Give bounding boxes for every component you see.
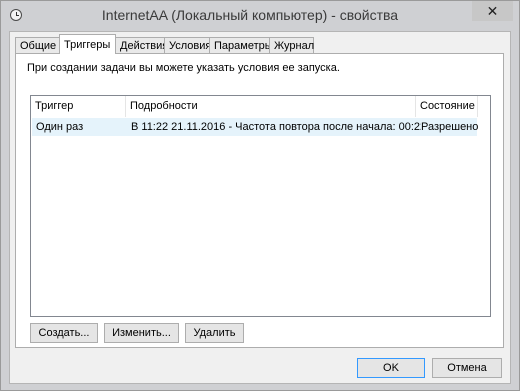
window-title: InternetAA (Локальный компьютер) - свойс… — [101, 7, 399, 23]
edit-button[interactable]: Изменить... — [104, 323, 179, 343]
triggers-panel: При создании задачи вы можете указать ус… — [15, 53, 504, 348]
ok-button[interactable]: OK — [357, 358, 425, 378]
cell-details: В 11:22 21.11.2016 - Частота повтора пос… — [131, 121, 421, 133]
tab-settings[interactable]: Параметры — [209, 37, 273, 53]
title-bar[interactable]: InternetAA (Локальный компьютер) - свойс… — [1, 1, 519, 30]
tab-general[interactable]: Общие — [15, 37, 60, 53]
create-button[interactable]: Создать... — [30, 323, 98, 343]
tab-history[interactable]: Журнал — [269, 37, 314, 53]
properties-window: InternetAA (Локальный компьютер) - свойс… — [0, 0, 520, 391]
dialog-client-area: Общие Триггеры Действия Условия Параметр… — [9, 31, 511, 384]
cell-status: Разрешено — [421, 121, 479, 133]
triggers-table[interactable]: Триггер Подробности Состояние Один раз В… — [30, 95, 491, 317]
column-header-trigger[interactable]: Триггер — [31, 96, 126, 117]
triggers-description: При создании задачи вы можете указать ус… — [27, 62, 340, 74]
tab-actions[interactable]: Действия — [115, 37, 168, 53]
task-clock-icon — [10, 9, 22, 21]
tab-triggers[interactable]: Триггеры — [59, 34, 116, 54]
close-button[interactable]: ✕ — [472, 1, 513, 21]
column-header-details[interactable]: Подробности — [126, 96, 416, 117]
tab-conditions[interactable]: Условия — [164, 37, 211, 53]
table-row[interactable]: Один раз В 11:22 21.11.2016 - Частота по… — [32, 118, 478, 136]
delete-button[interactable]: Удалить — [185, 323, 244, 343]
cell-trigger: Один раз — [36, 121, 84, 133]
column-header-status[interactable]: Состояние — [416, 96, 478, 117]
cancel-button[interactable]: Отмена — [432, 358, 502, 378]
